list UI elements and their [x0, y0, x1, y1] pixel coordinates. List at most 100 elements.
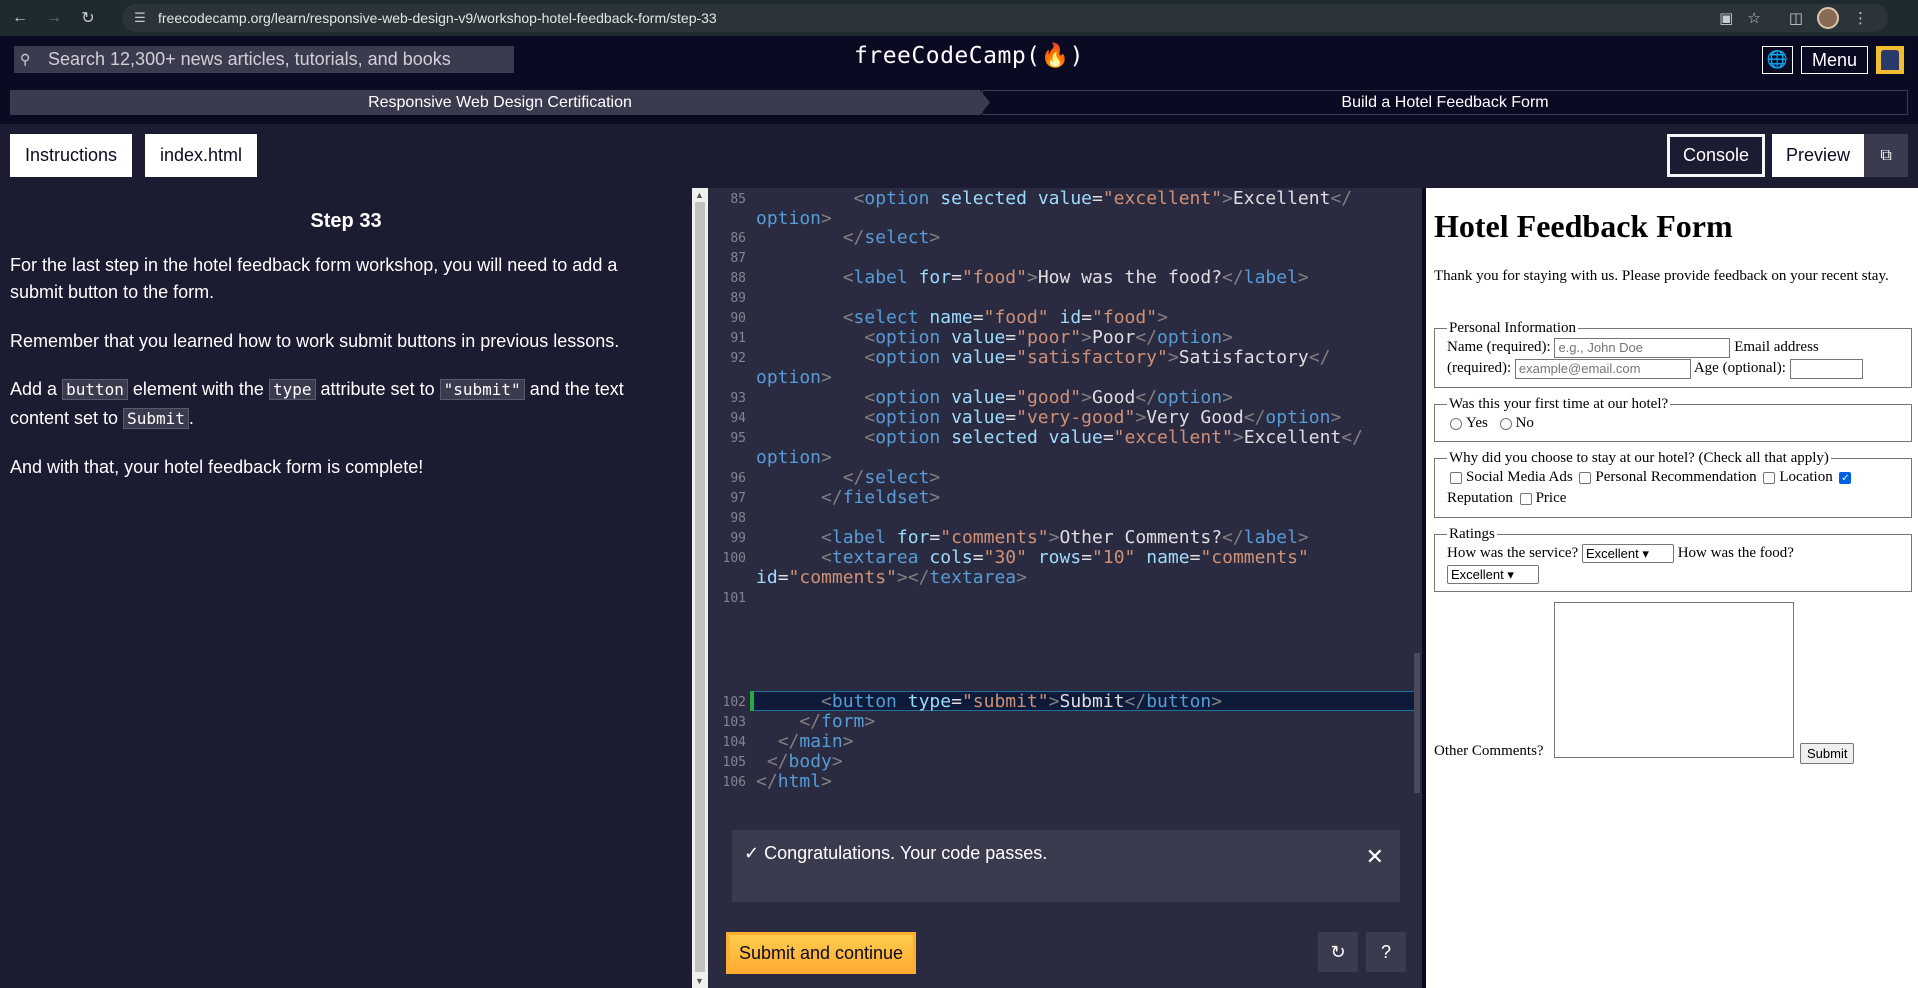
code-line: option>: [756, 367, 832, 388]
email-label-required: (required):: [1447, 360, 1512, 376]
age-label: Age (optional):: [1693, 360, 1786, 376]
line-number: 96: [730, 471, 746, 486]
text-fragment: attribute set to: [320, 379, 435, 399]
preview-intro: Thank you for staying with us. Please pr…: [1434, 268, 1889, 284]
code-line: </main>: [777, 731, 854, 752]
code-line: <option value="very-good">Very Good</opt…: [864, 407, 1342, 428]
line-number: 105: [722, 755, 746, 770]
radio-yes[interactable]: [1450, 417, 1462, 430]
line-number: 87: [730, 251, 746, 266]
checkbox-label: Social Media Ads: [1466, 469, 1573, 485]
preview-submit-button[interactable]: Submit: [1800, 743, 1855, 764]
line-number: 92: [730, 351, 746, 366]
checkbox-label: Price: [1535, 490, 1567, 506]
code-line: </fieldset>: [821, 487, 941, 508]
line-number: 99: [730, 531, 746, 546]
reset-icon[interactable]: ↻: [1318, 932, 1358, 972]
scroll-thumb[interactable]: [695, 202, 705, 972]
age-field[interactable]: [1789, 358, 1863, 379]
checkbox-personal[interactable]: [1579, 471, 1592, 484]
breadcrumb-certification[interactable]: Responsive Web Design Certification: [10, 90, 990, 115]
user-avatar[interactable]: [1876, 46, 1904, 74]
changed-line-marker: [750, 691, 754, 711]
preview-heading: Hotel Feedback Form: [1434, 208, 1733, 244]
line-number: 86: [730, 231, 746, 246]
help-icon[interactable]: ?: [1366, 932, 1406, 972]
line-number: 101: [722, 591, 746, 606]
language-globe-icon[interactable]: 🌐: [1761, 46, 1793, 74]
submit-and-continue-button[interactable]: Submit and continue: [726, 932, 916, 974]
line-number: 88: [730, 271, 746, 286]
checkbox-price[interactable]: [1519, 492, 1532, 505]
line-number: 85: [730, 192, 746, 207]
service-select[interactable]: Excellent ▾: [1581, 544, 1674, 564]
line-number: 100: [722, 551, 746, 566]
search-bar[interactable]: ⚲ Search 12,300+ news articles, tutorial…: [14, 46, 514, 73]
preview-popout-icon[interactable]: ⧉: [1864, 134, 1909, 177]
site-settings-icon[interactable]: ☰: [126, 4, 154, 32]
checkbox-location[interactable]: [1763, 471, 1776, 484]
comments-textarea[interactable]: [1554, 602, 1794, 758]
yes-label: Yes: [1466, 415, 1488, 431]
form-row: Name (required): e.g., John Doe Email ad…: [1447, 337, 1899, 358]
panel-tabs: Instructions index.html Console Preview …: [0, 124, 1918, 188]
service-label: How was the service?: [1447, 545, 1579, 561]
profile-avatar[interactable]: [1817, 7, 1839, 29]
name-field[interactable]: e.g., John Doe: [1554, 337, 1731, 358]
avatar-figure-icon: [1881, 50, 1899, 70]
instructions-scrollbar[interactable]: ▲ ▼: [692, 188, 708, 988]
legend: Was this your first time at our hotel?: [1449, 396, 1669, 412]
checkbox-reputation[interactable]: ✓: [1839, 471, 1852, 484]
line-number: 94: [730, 411, 746, 426]
back-icon[interactable]: ←: [6, 4, 34, 32]
tab-index-html[interactable]: index.html: [145, 134, 258, 177]
code-editor[interactable]: 85 <option selected value="excellent">Ex…: [708, 188, 1418, 816]
editor-scrollbar[interactable]: [1414, 188, 1422, 816]
code-line: <button type="submit">Submit</button>: [821, 691, 1223, 712]
ratings-fieldset: Ratings How was the service? Excellent ▾…: [1434, 526, 1912, 592]
site-logo[interactable]: freeCodeCamp(🔥): [854, 42, 1084, 69]
install-app-icon[interactable]: ▣: [1719, 9, 1733, 27]
console-button[interactable]: Console: [1667, 134, 1766, 177]
line-number: 102: [722, 695, 746, 710]
tab-instructions[interactable]: Instructions: [10, 134, 133, 177]
search-placeholder: Search 12,300+ news articles, tutorials,…: [48, 49, 451, 69]
reasons-fieldset: Why did you choose to stay at our hotel?…: [1434, 450, 1912, 518]
preview-label: Preview: [1786, 145, 1851, 165]
editor-scroll-thumb[interactable]: [1414, 653, 1420, 793]
code-line: id="comments"></textarea>: [756, 567, 1027, 588]
code-line: <option selected value="excellent">Excel…: [853, 188, 1353, 209]
tab-search-icon[interactable]: ◫: [1789, 9, 1803, 27]
food-select[interactable]: Excellent ▾: [1447, 565, 1539, 585]
scroll-up-icon[interactable]: ▲: [695, 190, 704, 200]
code-line: </html>: [756, 771, 832, 792]
menu-button[interactable]: Menu: [1800, 46, 1868, 74]
success-message-box: ✓ Congratulations. Your code passes. ✕: [732, 830, 1400, 902]
scroll-down-icon[interactable]: ▼: [695, 976, 704, 986]
checkbox-social[interactable]: [1450, 471, 1462, 484]
checkbox-label: Personal Recommendation: [1595, 469, 1757, 485]
bookmark-star-icon[interactable]: ☆: [1747, 9, 1760, 27]
breadcrumb: Responsive Web Design Certification Buil…: [10, 90, 1908, 115]
forward-icon[interactable]: →: [40, 4, 68, 32]
email-field[interactable]: example@email.com: [1514, 358, 1691, 379]
code-submit-string: "submit": [439, 379, 525, 400]
preview-button[interactable]: Preview ⧉: [1772, 134, 1909, 177]
code-line: <label for="comments">Other Comments?</l…: [821, 527, 1309, 548]
code-line: option>: [756, 208, 832, 229]
more-menu-icon[interactable]: ⋮: [1853, 9, 1868, 27]
url-text: freecodecamp.org/learn/responsive-web-de…: [158, 10, 717, 26]
browser-toolbar: ← → ↻ ☰ freecodecamp.org/learn/responsiv…: [0, 0, 1918, 36]
breadcrumb-workshop[interactable]: Build a Hotel Feedback Form: [982, 90, 1908, 115]
address-bar[interactable]: ☰ freecodecamp.org/learn/responsive-web-…: [122, 4, 1888, 32]
close-icon[interactable]: ✕: [1366, 844, 1384, 870]
radio-no[interactable]: [1499, 417, 1512, 430]
reload-icon[interactable]: ↻: [74, 4, 102, 32]
preview-pane: Hotel Feedback Form Thank you for stayin…: [1426, 188, 1918, 988]
code-line: option>: [756, 447, 832, 468]
line-number: 89: [730, 291, 746, 306]
checkbox-label: Reputation: [1447, 490, 1513, 506]
select-value: Excellent: [1585, 546, 1639, 562]
text-fragment: .: [188, 408, 194, 428]
form-row: How was the service? Excellent ▾ How was…: [1447, 543, 1899, 564]
